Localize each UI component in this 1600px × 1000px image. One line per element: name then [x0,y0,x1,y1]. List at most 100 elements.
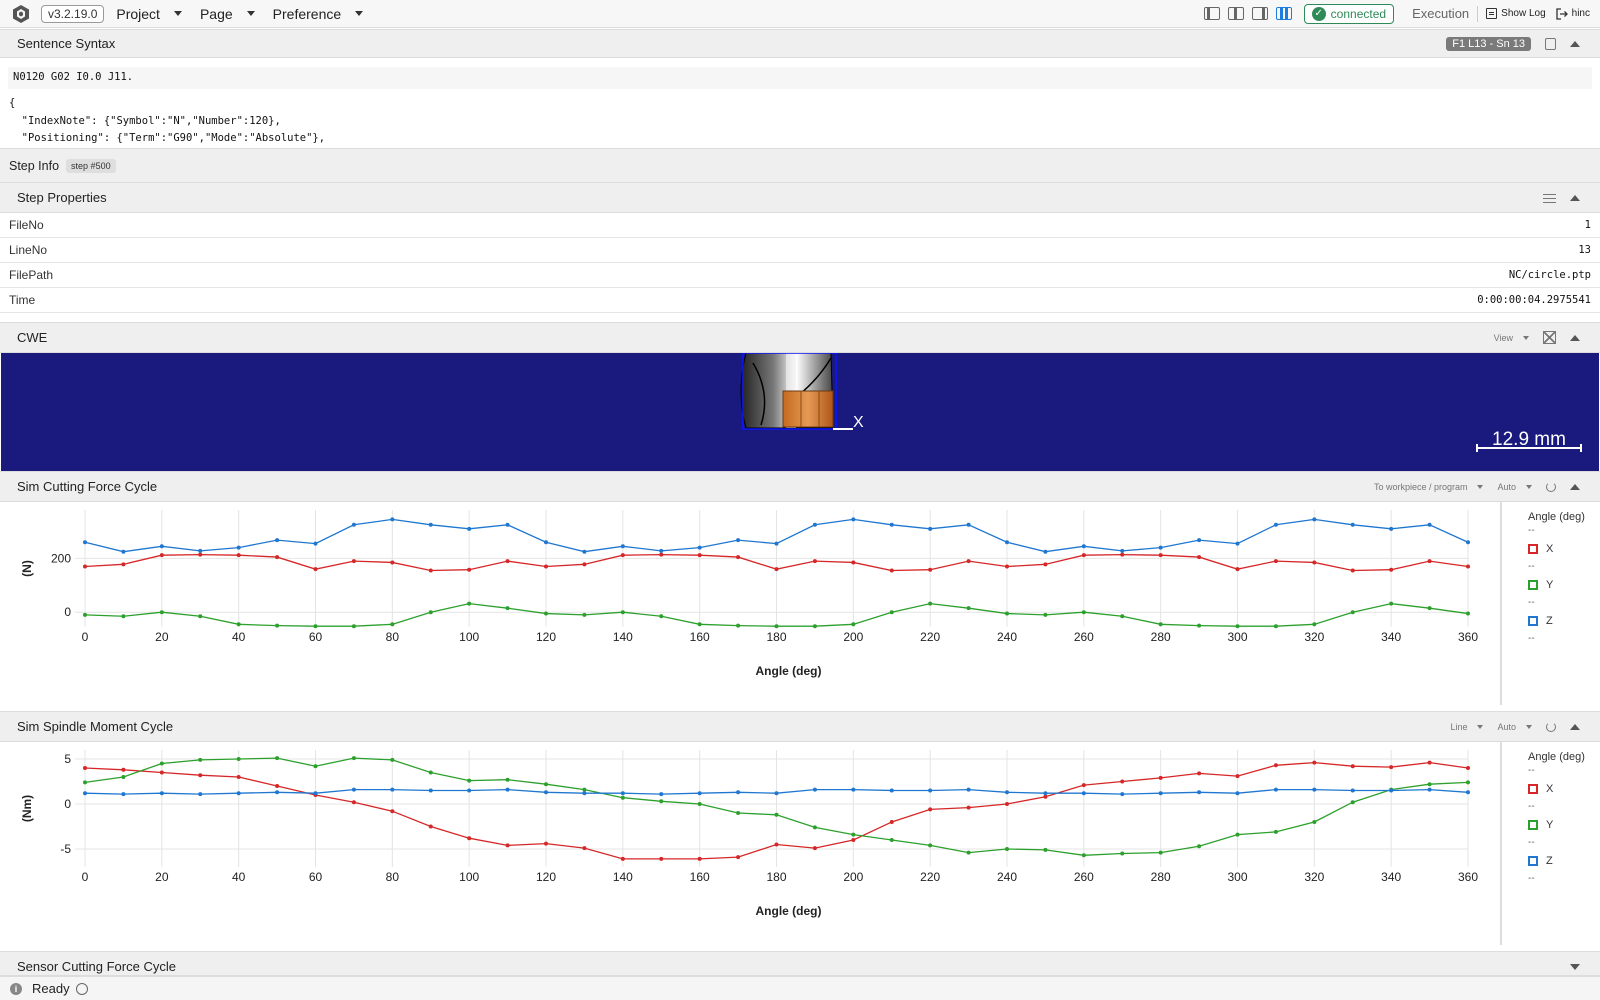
data-point-z[interactable] [928,788,933,793]
data-point-y[interactable] [659,799,664,804]
data-point-y[interactable] [428,610,433,615]
data-point-x[interactable] [812,846,817,851]
data-point-x[interactable] [582,846,587,851]
data-point-z[interactable] [505,522,510,527]
menu-preference[interactable]: Preference [273,6,364,22]
data-point-x[interactable] [697,553,702,558]
data-point-y[interactable] [275,756,280,761]
collapse-icon[interactable] [1570,40,1580,47]
data-point-x[interactable] [1427,559,1432,564]
data-point-x[interactable] [620,856,625,861]
data-point-x[interactable] [736,555,741,560]
layout-full-panel-icon[interactable] [1275,7,1292,20]
data-point-x[interactable] [390,560,395,565]
data-point-z[interactable] [620,544,625,549]
data-point-y[interactable] [1120,851,1125,856]
scale-dropdown[interactable]: Auto [1497,722,1532,732]
menu-page[interactable]: Page [200,6,255,22]
data-point-y[interactable] [351,624,356,629]
data-point-x[interactable] [159,553,164,558]
data-point-x[interactable] [275,555,280,560]
data-point-y[interactable] [659,614,664,619]
collapse-icon[interactable] [1570,483,1580,490]
data-point-z[interactable] [1466,540,1470,545]
data-point-y[interactable] [1043,847,1048,852]
data-point-y[interactable] [1466,780,1470,785]
data-point-y[interactable] [966,606,971,611]
data-point-z[interactable] [313,791,318,796]
data-point-x[interactable] [889,820,894,824]
history-icon[interactable] [75,982,88,995]
data-point-y[interactable] [736,811,741,815]
data-point-z[interactable] [966,787,971,792]
data-point-y[interactable] [313,764,318,769]
data-point-x[interactable] [313,567,318,572]
data-point-x[interactable] [1389,567,1394,572]
data-point-z[interactable] [1043,791,1048,796]
data-point-x[interactable] [390,809,395,814]
data-point-z[interactable] [390,787,395,792]
data-point-y[interactable] [467,778,472,783]
data-point-z[interactable] [467,526,472,531]
data-point-z[interactable] [697,545,702,550]
data-point-y[interactable] [1158,622,1163,627]
data-point-x[interactable] [1235,774,1240,779]
connection-status-badge[interactable]: ✓ connected [1303,3,1395,24]
show-log-button[interactable]: Show Log [1486,8,1546,19]
data-point-y[interactable] [275,623,280,628]
data-point-z[interactable] [275,538,280,543]
data-point-y[interactable] [83,780,87,785]
plot-mode-dropdown[interactable]: Line [1450,722,1484,732]
data-point-y[interactable] [1389,601,1394,606]
data-point-y[interactable] [236,757,241,761]
data-point-y[interactable] [620,795,625,800]
data-point-y[interactable] [1466,611,1470,616]
data-point-z[interactable] [1235,791,1240,796]
data-point-y[interactable] [313,624,318,629]
data-point-y[interactable] [1312,820,1317,824]
data-point-z[interactable] [275,790,280,795]
data-point-x[interactable] [121,562,126,567]
refresh-icon[interactable] [1546,721,1556,732]
data-point-y[interactable] [736,623,741,628]
data-point-x[interactable] [1350,568,1355,573]
data-point-x[interactable] [1466,766,1470,770]
data-point-x[interactable] [467,567,472,572]
data-point-x[interactable] [1273,559,1278,564]
data-point-z[interactable] [505,787,510,792]
data-point-z[interactable] [1389,526,1394,531]
data-point-x[interactable] [428,568,433,573]
data-point-y[interactable] [505,777,510,782]
data-point-z[interactable] [159,791,164,796]
data-point-y[interactable] [1273,829,1278,834]
data-point-y[interactable] [1005,847,1009,851]
data-point-x[interactable] [236,775,241,779]
data-point-y[interactable] [1350,610,1355,615]
data-point-z[interactable] [83,540,87,545]
data-point-x[interactable] [928,807,933,812]
data-point-x[interactable] [1043,562,1048,567]
data-point-x[interactable] [659,856,664,861]
data-point-y[interactable] [582,787,587,792]
data-point-y[interactable] [1081,610,1086,615]
data-point-x[interactable] [851,560,856,565]
data-point-y[interactable] [812,825,817,830]
execution-button[interactable]: Execution [1412,6,1469,21]
data-point-y[interactable] [121,614,126,619]
data-point-x[interactable] [774,842,779,847]
data-point-x[interactable] [736,855,741,860]
data-point-x[interactable] [812,559,817,564]
data-point-x[interactable] [1389,765,1394,770]
data-point-y[interactable] [774,624,779,629]
data-point-z[interactable] [1312,517,1317,522]
grid-toggle-icon[interactable] [1543,331,1556,344]
data-point-y[interactable] [697,802,702,806]
data-point-y[interactable] [1235,624,1240,629]
collapse-icon[interactable] [1570,194,1580,201]
layout-right-panel-icon[interactable] [1251,7,1268,20]
data-point-y[interactable] [1235,832,1240,837]
legend-item-z[interactable]: Z [1528,850,1600,872]
data-point-y[interactable] [812,624,817,629]
cwe-viewport[interactable]: X 12.9 mm [1,353,1599,471]
data-point-y[interactable] [198,614,203,619]
